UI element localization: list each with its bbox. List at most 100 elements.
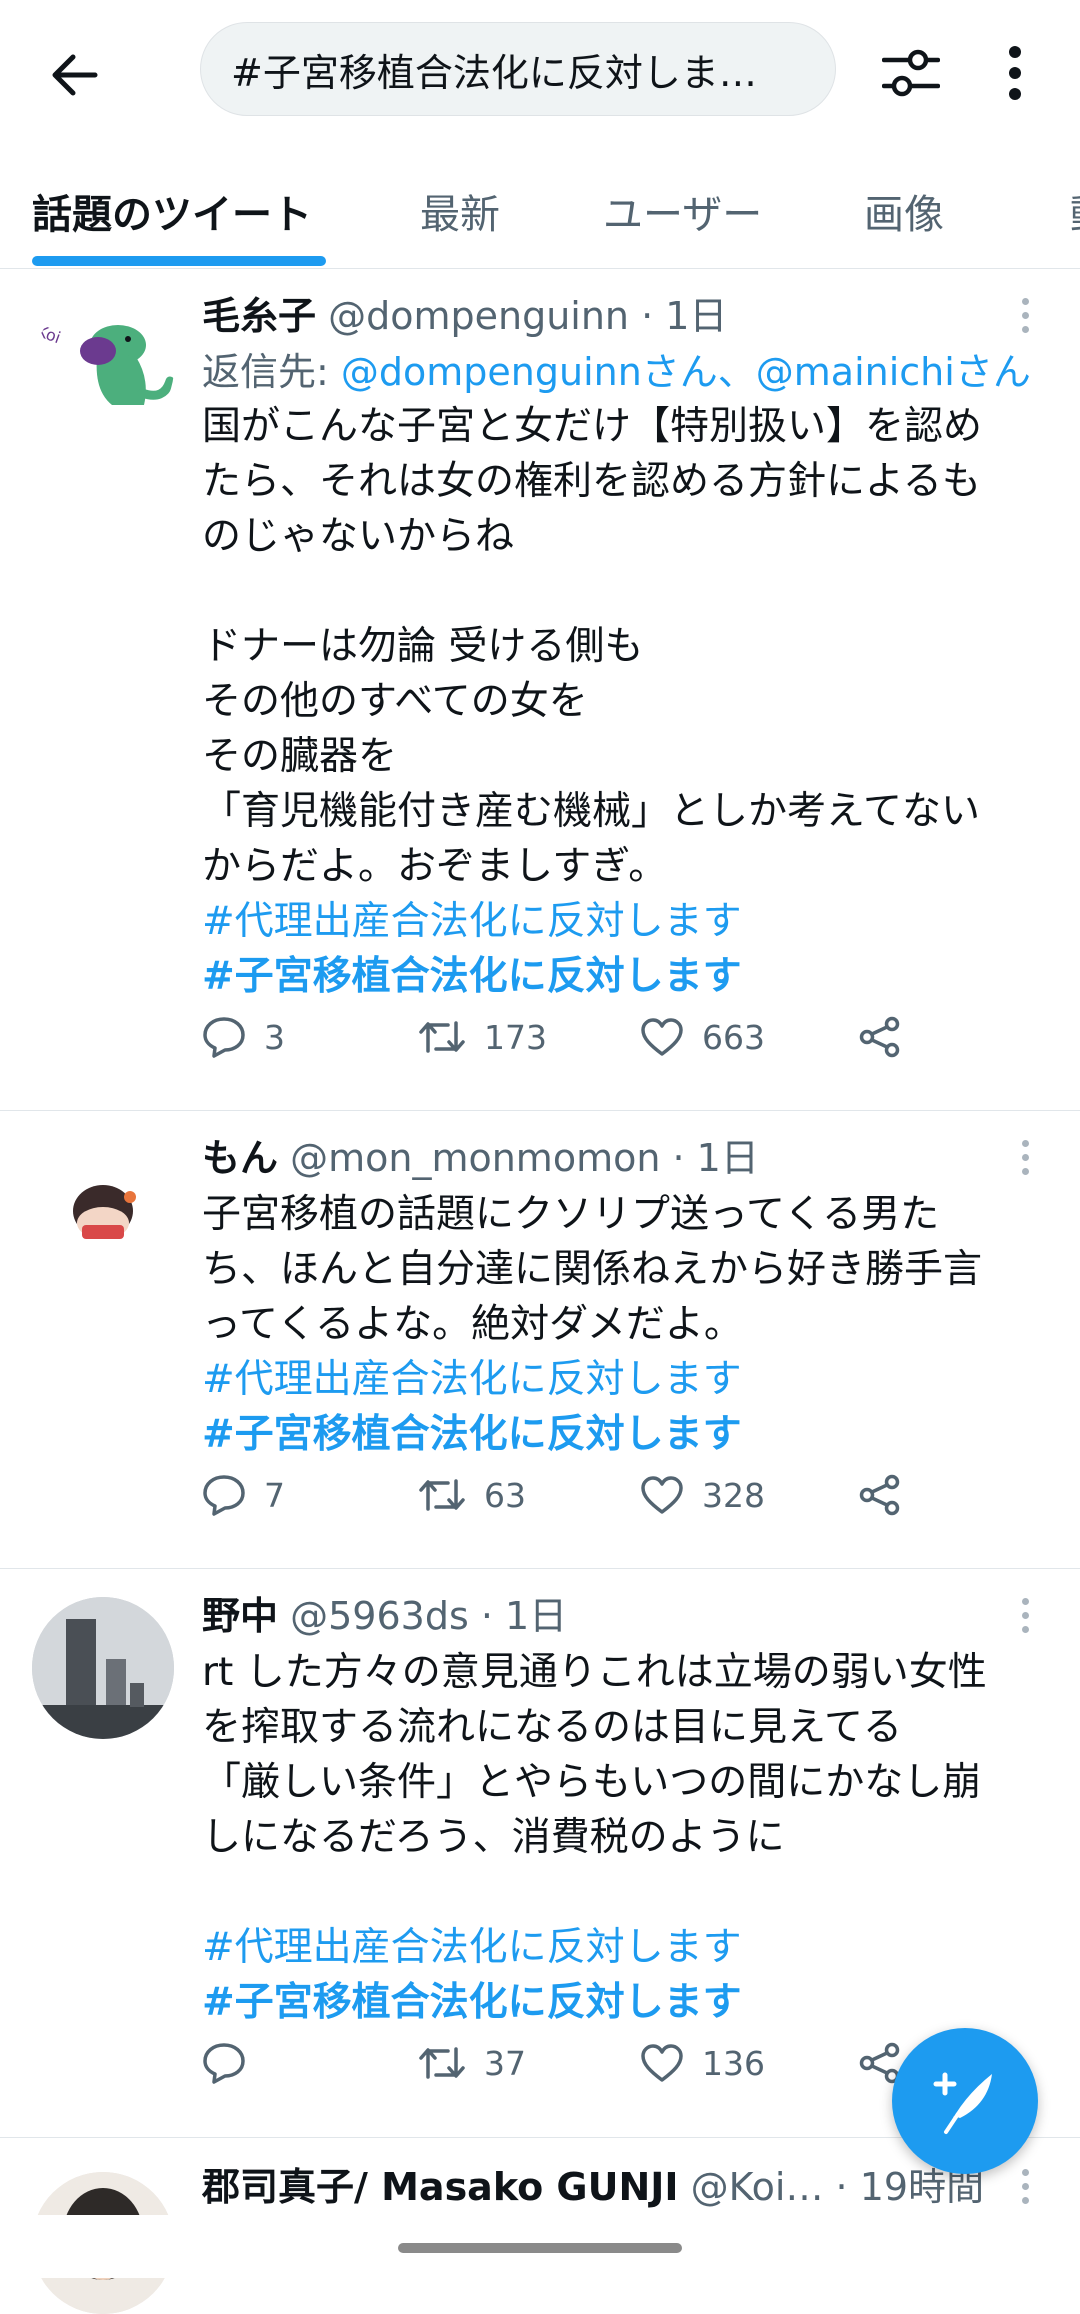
hashtag-link[interactable]: #子宮移植合法化に反対します: [202, 1407, 1052, 1462]
reply-button[interactable]: [202, 2033, 264, 2093]
tweet-text-line: ち、ほんと自分達に関係ねえから好き勝手言: [202, 1247, 983, 1292]
display-name[interactable]: もん: [202, 1136, 278, 1180]
tweet-text-line: 「育児機能付き産む機械」としか考えてない: [202, 789, 981, 834]
tweet-text-line: 国がこんな子宮と女だけ【特別扱い】を認め: [202, 404, 983, 449]
tweet-menu-button[interactable]: [1010, 1127, 1040, 1187]
retweet-button[interactable]: 63: [418, 1465, 526, 1525]
home-indicator[interactable]: [398, 2243, 682, 2253]
search-filter-button[interactable]: [876, 38, 946, 108]
reply-count: 3: [264, 1017, 285, 1057]
retweet-button[interactable]: 173: [418, 1007, 547, 1067]
svg-text:Koi: Koi: [34, 321, 63, 347]
hashtag-link[interactable]: #子宮移植合法化に反対します: [202, 1975, 1052, 2030]
share-button[interactable]: [858, 1465, 902, 1525]
hashtag-link[interactable]: #代理出産合法化に反対します: [202, 1920, 1052, 1975]
dinosaur-avatar-icon: Koi: [34, 321, 174, 405]
tweet-text-line: rt した方々の意見通りこれは立場の弱い女性: [202, 1650, 987, 1695]
tweet-menu-button[interactable]: [1010, 285, 1040, 345]
search-tabs: 話題のツイート 最新 ユーザー 画像 動: [0, 140, 1080, 269]
display-name[interactable]: 毛糸子: [202, 294, 316, 338]
sliders-icon: [882, 49, 940, 97]
tweet-menu-button[interactable]: [1010, 2156, 1040, 2216]
tweet[interactable]: Koi 毛糸子 @dompenguinn · 1日 返信先: @dompengu…: [0, 269, 1080, 1111]
tweet-header: 郡司真子/ Masako GUNJI @Koi… · 19時間: [202, 2156, 1040, 2211]
tweet-text-line: ってくるよな。絶対ダメだよ。: [202, 1302, 743, 1347]
tweet-text-line: その臓器を: [202, 734, 398, 779]
active-tab-indicator: [32, 256, 326, 266]
retweet-icon: [419, 1479, 465, 1511]
heart-icon: [641, 1476, 683, 1514]
tweet-header: 毛糸子 @dompenguinn · 1日: [202, 285, 1040, 340]
heart-icon: [641, 2044, 683, 2082]
share-icon: [859, 1474, 900, 1516]
tab-latest[interactable]: 最新: [420, 182, 500, 240]
like-button[interactable]: 328: [640, 1465, 765, 1525]
tweet-menu-button[interactable]: [1010, 1585, 1040, 1645]
tab-top[interactable]: 話題のツイート: [32, 182, 312, 240]
search-query: #子宮移植合法化に反対しま…: [231, 50, 757, 95]
search-input[interactable]: #子宮移植合法化に反対しま…: [200, 22, 836, 116]
retweet-count: 63: [484, 1475, 526, 1515]
handle-and-time: @5963ds · 1日: [290, 1594, 568, 1638]
share-icon: [859, 1016, 900, 1058]
retweet-count: 37: [484, 2043, 526, 2083]
hashtag-link[interactable]: #代理出産合法化に反対します: [202, 894, 1052, 949]
tab-videos-partial[interactable]: 動: [1070, 182, 1080, 240]
character-avatar-icon: [73, 1185, 136, 1239]
hashtag-link[interactable]: #子宮移植合法化に反対します: [202, 949, 1052, 1004]
retweet-icon: [419, 1021, 465, 1053]
reply-button[interactable]: 3: [202, 1007, 285, 1067]
tab-photos[interactable]: 画像: [864, 182, 944, 240]
tweet-text-line: を搾取する流れになるのは目に見えてる: [202, 1705, 903, 1750]
hashtag-link[interactable]: #代理出産合法化に反対します: [202, 1352, 1052, 1407]
reply-icon: [203, 1017, 245, 1058]
handle-and-time: @Koi… · 19時間: [690, 2165, 985, 2209]
reply-targets-link[interactable]: @dompenguinnさん、@mainichiさん: [341, 350, 1031, 394]
top-app-bar: #子宮移植合法化に反対しま…: [0, 0, 1080, 140]
retweet-count: 173: [484, 1017, 547, 1057]
tweet-actions: 37 136: [202, 2033, 982, 2093]
reply-count: 7: [264, 1475, 285, 1515]
city-photo-avatar-icon: [32, 1597, 174, 1739]
avatar[interactable]: [32, 1597, 174, 1739]
display-name[interactable]: 郡司真子/ Masako GUNJI: [202, 2165, 679, 2209]
handle-and-time: @mon_monmomon · 1日: [290, 1136, 759, 1180]
reply-icon: [203, 1475, 245, 1516]
reply-icon: [203, 2043, 245, 2084]
overflow-menu-button[interactable]: [990, 38, 1040, 108]
tweet-text-line: のじゃないからね: [202, 514, 515, 559]
tweet-text-line: 子宮移植の話題にクソリプ送ってくる男た: [202, 1192, 940, 1237]
tweet-text-line: 「厳しい条件」とやらもいつの間にかなし崩: [202, 1760, 982, 1805]
reply-button[interactable]: 7: [202, 1465, 285, 1525]
compose-tweet-button[interactable]: [892, 2028, 1038, 2174]
tweet-text-line: [202, 1865, 1052, 1920]
tweet-text: 国がこんな子宮と女だけ【特別扱い】を認め たら、それは女の権利を認める方針による…: [202, 399, 1052, 1004]
tweet[interactable]: もん @mon_monmomon · 1日 子宮移植の話題にクソリプ送ってくる男…: [0, 1111, 1080, 1569]
tweet-text-line: からだよ。おぞましすぎ。: [202, 844, 668, 889]
tab-people[interactable]: ユーザー: [603, 182, 762, 240]
back-button[interactable]: [40, 40, 110, 110]
reply-context: 返信先: @dompenguinnさん、@mainichiさん: [202, 341, 1050, 396]
retweet-button[interactable]: 37: [418, 2033, 526, 2093]
tweet-actions: 7 63 328: [202, 1465, 982, 1525]
like-count: 136: [702, 2043, 765, 2083]
more-vertical-icon: [1009, 46, 1021, 100]
tweet-actions: 3 173 663: [202, 1007, 982, 1067]
like-button[interactable]: 663: [640, 1007, 765, 1067]
tweet-text-line: [202, 564, 1052, 619]
tweet-text: 子宮移植の話題にクソリプ送ってくる男た ち、ほんと自分達に関係ねえから好き勝手言…: [202, 1187, 1052, 1462]
avatar[interactable]: Koi: [32, 297, 174, 439]
like-count: 328: [702, 1475, 765, 1515]
tweet-text-line: ドナーは勿論 受ける側も: [202, 624, 644, 669]
heart-icon: [641, 1018, 683, 1056]
like-count: 663: [702, 1017, 765, 1057]
handle-and-time: @dompenguinn · 1日: [328, 294, 728, 338]
back-arrow-icon: [52, 54, 98, 96]
tweet-text: rt した方々の意見通りこれは立場の弱い女性 を搾取する流れになるのは目に見えて…: [202, 1645, 1052, 2030]
like-button[interactable]: 136: [640, 2033, 765, 2093]
display-name[interactable]: 野中: [202, 1594, 278, 1638]
tweet-text-line: しになるだろう、消費税のように: [202, 1815, 785, 1860]
avatar[interactable]: [32, 1139, 174, 1281]
compose-feather-icon: [933, 2072, 992, 2134]
share-button[interactable]: [858, 1007, 902, 1067]
